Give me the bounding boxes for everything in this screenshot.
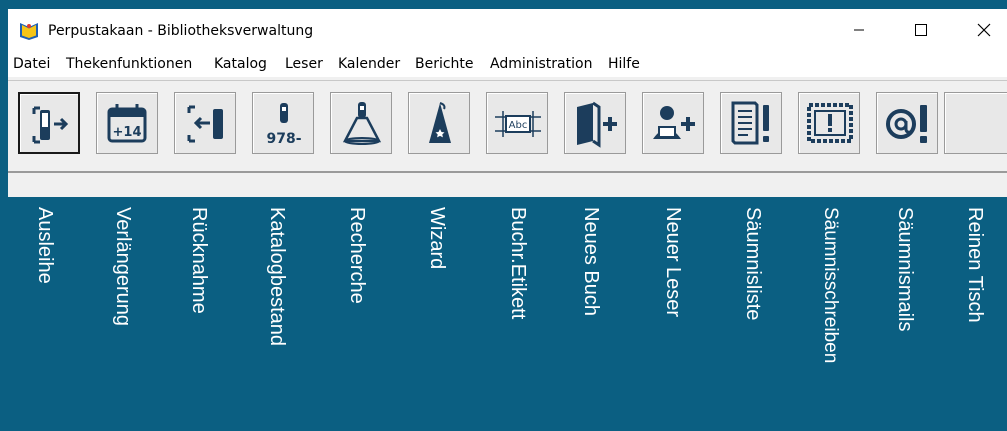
label-saeumnismails: Säumnismails: [894, 207, 916, 332]
label-recherche: Recherche: [346, 207, 368, 304]
menu-leser[interactable]: Leser: [285, 55, 323, 73]
clear-desk-button[interactable]: [944, 92, 1007, 154]
menu-kalender[interactable]: Kalender: [338, 55, 400, 73]
title-bar: Perpustakaan - Bibliotheksverwaltung: [8, 9, 1007, 51]
overdue-mail-icon: [886, 105, 927, 143]
menu-bar: Datei Thekenfunktionen Katalog Leser Kal…: [8, 51, 1007, 77]
isbn-text: 978-: [266, 131, 301, 147]
maximize-button[interactable]: [898, 9, 944, 51]
calendar-text: +14: [113, 125, 142, 140]
minimize-icon: [854, 29, 864, 31]
checkout-icon: [32, 106, 69, 144]
label-icon: Abc: [495, 111, 541, 137]
app-window: Perpustakaan - Bibliotheksverwaltung Dat…: [8, 9, 1007, 197]
overdue-list-button[interactable]: [720, 92, 782, 154]
label-text: Abc: [509, 120, 528, 131]
label-buchr-etikett: Buchr.Etikett: [507, 207, 529, 320]
wizard-button[interactable]: [408, 92, 470, 154]
label-saeumnisschreiben: Säumnisschreiben: [820, 207, 841, 364]
minimize-button[interactable]: [836, 9, 882, 51]
checkout-button[interactable]: [18, 92, 80, 154]
search-button[interactable]: [330, 92, 392, 154]
label-wizard: Wizard: [426, 207, 448, 270]
status-bar: [8, 171, 1007, 197]
return-button[interactable]: [174, 92, 236, 154]
return-icon: [187, 105, 223, 143]
toolbar: +14 978- Abc: [8, 80, 1007, 177]
label-katalogbestand: Katalogbestand: [266, 207, 288, 347]
new-reader-button[interactable]: [642, 92, 704, 154]
overdue-letter-button[interactable]: [798, 92, 860, 154]
label-saeumnisliste: Säumnisliste: [742, 207, 764, 321]
window-title: Perpustakaan - Bibliotheksverwaltung: [48, 23, 314, 39]
book-label-button[interactable]: Abc: [486, 92, 548, 154]
close-icon: [977, 23, 991, 37]
wizard-hat-icon: [429, 102, 451, 143]
calendar-plus14-icon: +14: [107, 104, 147, 143]
menu-thekenfunktionen[interactable]: Thekenfunktionen: [66, 55, 192, 73]
renewal-button[interactable]: +14: [96, 92, 158, 154]
label-ausleihe: Ausleihe: [34, 207, 56, 284]
menu-datei[interactable]: Datei: [13, 55, 50, 73]
label-reinen-tisch: Reinen Tisch: [964, 207, 986, 323]
menu-berichte[interactable]: Berichte: [415, 55, 474, 73]
label-ruecknahme: Rücknahme: [188, 207, 210, 314]
overdue-mail-button[interactable]: [876, 92, 938, 154]
overdue-letter-icon: [807, 103, 853, 143]
close-button[interactable]: [961, 9, 1007, 51]
new-reader-icon: [653, 106, 695, 139]
menu-hilfe[interactable]: Hilfe: [608, 55, 640, 73]
label-neues-buch: Neues Buch: [580, 207, 602, 316]
menu-administration[interactable]: Administration: [490, 55, 592, 73]
overdue-list-icon: [731, 101, 769, 145]
catalog-stock-button[interactable]: 978-: [252, 92, 314, 154]
isbn-flashlight-icon: 978-: [266, 103, 302, 147]
maximize-icon: [915, 24, 927, 36]
menu-katalog[interactable]: Katalog: [214, 55, 267, 73]
app-logo-icon: [20, 23, 38, 40]
new-book-icon: [577, 101, 617, 148]
new-book-button[interactable]: [564, 92, 626, 154]
label-neuer-leser: Neuer Leser: [662, 207, 684, 318]
flashlight-icon: [342, 102, 382, 145]
label-verlaengerung: Verlängerung: [112, 207, 134, 326]
